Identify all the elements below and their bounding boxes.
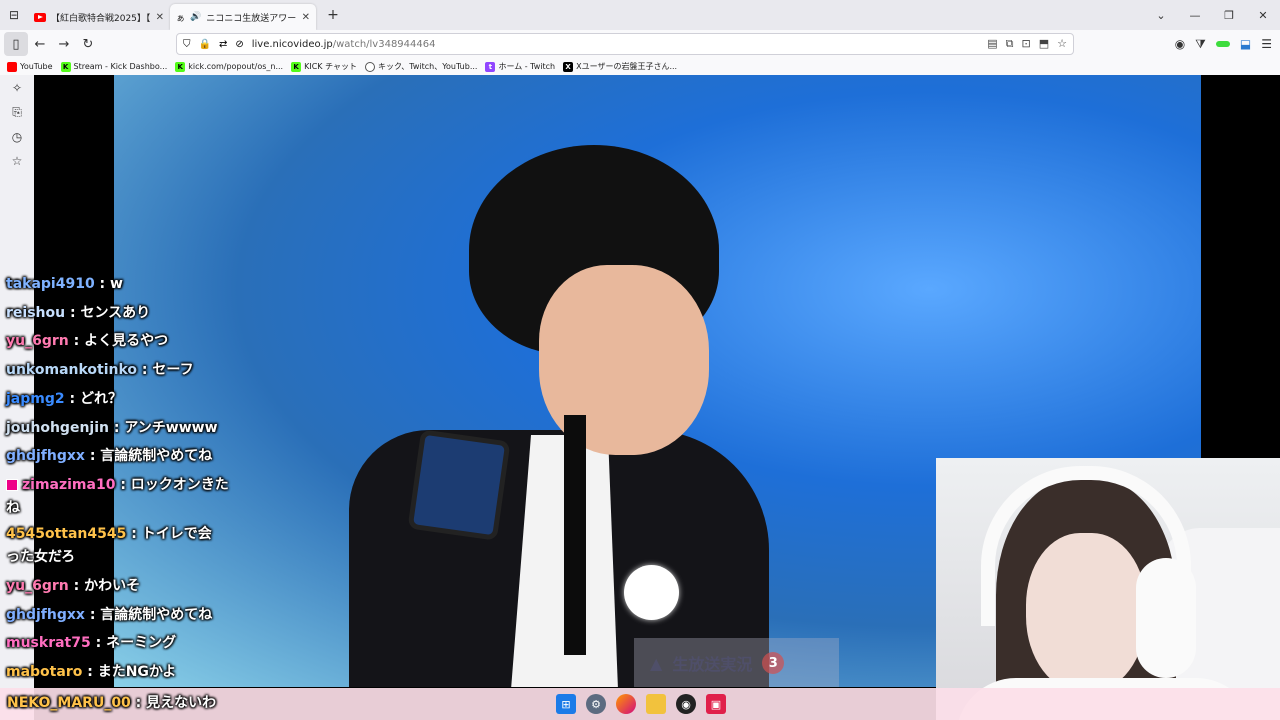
kick-icon: K — [60, 61, 71, 72]
firefox-icon[interactable] — [616, 694, 636, 714]
twitch-icon: t — [485, 61, 496, 72]
chat-message: zimazima10 : ロックオンきたね — [6, 476, 229, 516]
tab-youtube[interactable]: 【紅白歌特合戦2025】【コメント歓迎】 ✕ — [28, 4, 170, 30]
corsage-flower — [624, 565, 679, 620]
live-count-badge: 3 — [762, 652, 785, 674]
microphone-phone — [407, 429, 511, 541]
taskbar-apps: ⊞ ⚙ ◉ ▣ — [556, 694, 726, 714]
forward-button[interactable]: → — [52, 32, 76, 56]
tab-overflow-chevron-icon[interactable]: ⌄ — [1144, 9, 1178, 22]
screenshot-icon[interactable]: ⧉ — [1006, 37, 1014, 51]
kick-icon: K — [291, 61, 302, 72]
bookmark-kick-chat[interactable]: K KICK チャット — [291, 61, 357, 72]
bookmark-youtube[interactable]: YouTube — [7, 61, 53, 72]
chat-message: ghdjfhgxx : 言論統制やめてね — [6, 606, 213, 623]
bookmark-kick-popout[interactable]: Kkick.com/popout/os_n... — [175, 61, 283, 72]
restore-button[interactable]: ❐ — [1212, 9, 1246, 22]
chat-overlay: takapi4910 : w reishou : センスあり yu_6grn :… — [6, 270, 246, 687]
back-button[interactable]: ← — [28, 32, 52, 56]
tab-list-button[interactable]: ⊟ — [0, 0, 28, 30]
extensions-icon[interactable]: ⧩ — [1195, 37, 1206, 52]
speaker-icon[interactable]: 🔊 — [190, 12, 201, 22]
close-window-button[interactable]: ✕ — [1246, 9, 1280, 22]
chat-message: mabotaro : またNGかよ — [6, 664, 177, 681]
synced-tabs-icon[interactable]: ⎘ — [12, 105, 22, 120]
account-icon[interactable]: ◉ — [1175, 37, 1185, 51]
webcam-overlay — [936, 458, 1280, 720]
bookmarks-bar: YouTube K Stream - Kick Dashbo... Kkick.c… — [0, 58, 1280, 75]
minimize-button[interactable]: — — [1178, 9, 1212, 22]
translate-icon[interactable]: ⬒ — [1039, 37, 1049, 51]
tab-title: 【紅白歌特合戦2025】【コメント歓迎】 — [51, 13, 151, 24]
tab-close-icon[interactable]: ✕ — [156, 12, 164, 23]
ai-chat-icon[interactable]: ✧ — [12, 81, 22, 95]
chat-message: yu_6grn : かわいそ — [6, 577, 141, 594]
bookmark-star-icon[interactable]: ☆ — [1057, 37, 1067, 51]
chat-message: unkomankotinko : セーフ — [6, 362, 194, 379]
chat-message: 4545ottan4545 : トイレで会った女だろ — [6, 525, 212, 565]
kick-icon: K — [175, 61, 186, 72]
chat-message: japmg2 : どれ？ — [6, 390, 122, 407]
shield-icon[interactable]: ⛉ — [183, 39, 191, 50]
obs-icon[interactable]: ◉ — [676, 694, 696, 714]
chat-message: takapi4910 : w — [6, 276, 123, 292]
address-bar-actions: ▤ ⧉ ⊡ ⬒ ☆ — [987, 37, 1067, 51]
media-icon[interactable]: ⊘ — [235, 39, 243, 50]
bookmark-kick-dashboard[interactable]: K Stream - Kick Dashbo... — [60, 61, 167, 72]
x-icon: X — [563, 61, 574, 72]
new-tab-button[interactable]: + — [322, 4, 344, 26]
url-text[interactable]: live.nicovideo.jp/watch/lv348944464 — [252, 39, 436, 50]
windows-start-icon[interactable]: ⊞ — [556, 694, 576, 714]
extension-blue-icon[interactable]: ⬓ — [1240, 37, 1251, 51]
history-icon[interactable]: ◷ — [12, 130, 22, 144]
youtube-favicon-icon — [34, 12, 46, 22]
permissions-icon[interactable]: ⇄ — [219, 39, 227, 50]
bookmark-twitch[interactable]: t ホーム - Twitch — [485, 61, 555, 72]
chat-message: jouhohgenjin : アンチwwww — [6, 419, 218, 436]
app-icon[interactable]: ▣ — [706, 694, 726, 714]
file-explorer-icon[interactable] — [646, 694, 666, 714]
pip-icon[interactable]: ⊡ — [1022, 37, 1031, 51]
reader-view-icon[interactable]: ▤ — [987, 37, 997, 51]
youtube-icon — [7, 61, 17, 72]
toolbar-right: ◉ ⧩ ⬓ ☰ — [1175, 32, 1272, 56]
menu-icon[interactable]: ☰ — [1261, 37, 1272, 51]
tab-nicovideo[interactable]: ぁ 🔊 ニコニコ生放送アワード＆紅白 ✕ — [170, 4, 316, 30]
settings-gear-icon[interactable]: ⚙ — [586, 694, 606, 714]
user-avatar-icon — [6, 478, 18, 491]
sidebar-toggle-icon[interactable]: ▯ — [4, 32, 28, 56]
globe-icon — [365, 61, 375, 72]
presenter-figure — [349, 145, 769, 687]
chat-message: yu_6grn : よく見るやつ — [6, 333, 169, 350]
reload-button[interactable]: ↻ — [76, 32, 100, 56]
niconico-favicon-icon: ぁ — [176, 13, 186, 24]
tab-strip: ⊟ 【紅白歌特合戦2025】【コメント歓迎】 ✕ ぁ 🔊 ニコニコ生放送アワード… — [0, 0, 1280, 30]
chat-message: NEKO_MARU_00 : 見えないわ — [7, 695, 217, 711]
tab-title: ニコニコ生放送アワード＆紅白 — [206, 13, 297, 24]
taskbar: NEKO_MARU_00 : 見えないわ ⊞ ⚙ ◉ ▣ — [0, 688, 1280, 720]
address-bar[interactable]: ⛉ 🔒 ⇄ ⊘ live.nicovideo.jp/watch/lv348944… — [176, 33, 1074, 55]
bookmark-x-user[interactable]: X Xユーザーの岩盤王子さん... — [563, 61, 677, 72]
tab-close-icon[interactable]: ✕ — [302, 12, 310, 23]
chat-message: ghdjfhgxx : 言論統制やめてね — [6, 448, 213, 465]
bookmark-multi-stream[interactable]: キック、Twitch、YouTub... — [365, 61, 477, 72]
live-commentary-badge[interactable]: ▲ 生放送実況 3 — [634, 638, 839, 687]
window-controls: ⌄ — ❐ ✕ — [1144, 0, 1280, 30]
caret-up-icon: ▲ — [650, 653, 663, 673]
lock-icon[interactable]: 🔒 — [199, 39, 211, 50]
extension-green-icon[interactable] — [1215, 41, 1230, 47]
navigation-bar: ▯ ← → ↻ ⛉ 🔒 ⇄ ⊘ live.nicovideo.jp/watch/… — [0, 30, 1280, 58]
bookmarks-icon[interactable]: ☆ — [12, 154, 23, 168]
chat-message: muskrat75 : ネーミング — [6, 635, 177, 652]
chat-message: reishou : センスあり — [6, 304, 151, 321]
